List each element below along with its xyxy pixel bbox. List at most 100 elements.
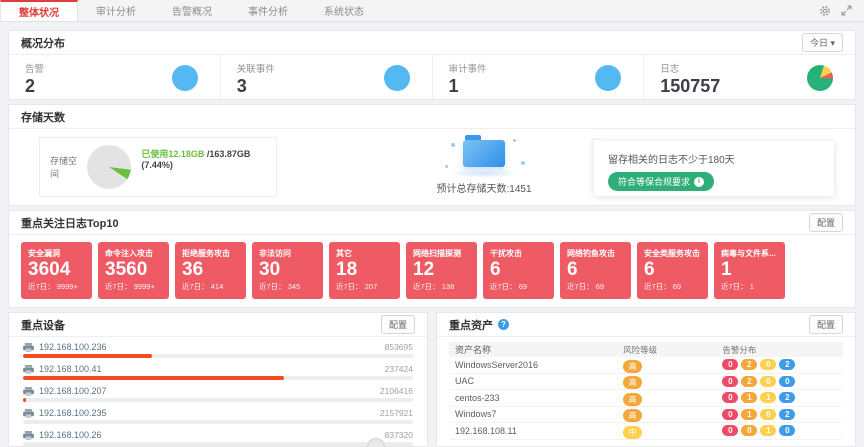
storage-panel: 存储天数 存储空间 已使用12.18GB /163.87GB (7.44%) 预… <box>8 104 856 206</box>
device-row[interactable]: 192.168.100.236 853695 <box>23 340 413 362</box>
dashboard-page: 整体状况 审计分析 告警概况 事件分析 系统状态 概况分布 <box>0 0 864 447</box>
log-card-other[interactable]: 其它 18 近7日： 207 <box>329 242 400 299</box>
alarm-badge-critical: 0 <box>722 425 738 436</box>
tab-overall-status[interactable]: 整体状况 <box>0 0 78 21</box>
device-bar-track <box>23 376 413 380</box>
device-row[interactable]: 192.168.100.235 2157921 <box>23 406 413 428</box>
device-bar-track <box>23 354 413 358</box>
devices-config-button[interactable]: 配置 <box>381 315 415 334</box>
tab-alarm-overview[interactable]: 告警概况 <box>154 0 230 21</box>
log-pie-chart-icon <box>807 65 833 91</box>
audit-circle-icon <box>595 65 621 91</box>
risk-badge: 高 <box>623 360 642 373</box>
alarm-badge-high: 1 <box>741 392 757 403</box>
log-card-network-scan[interactable]: 网络扫描探测 12 近7日： 138 <box>406 242 477 299</box>
log-card-interference[interactable]: 干扰攻击 6 近7日： 69 <box>483 242 554 299</box>
device-icon <box>23 409 34 418</box>
stat-label: 日志 <box>660 61 720 75</box>
stat-audit-events[interactable]: 审计事件 1 <box>433 55 645 100</box>
fullscreen-expand-icon[interactable] <box>841 5 852 16</box>
alarm-distribution: 0 0 1 0 <box>722 425 837 436</box>
tab-audit-analysis[interactable]: 审计分析 <box>78 0 154 21</box>
alarm-badge-medium: 1 <box>760 425 776 436</box>
device-icon <box>23 365 34 374</box>
alarm-badge-critical: 0 <box>722 359 738 370</box>
chevron-down-icon: ▾ <box>830 38 835 48</box>
storage-pie-chart <box>87 145 131 189</box>
device-bar-track <box>23 398 413 402</box>
device-icon <box>23 431 34 440</box>
assets-config-button[interactable]: 配置 <box>809 315 843 334</box>
log-card-dos-attack[interactable]: 拒绝服务攻击 36 近7日： 414 <box>175 242 246 299</box>
device-bar-fill <box>23 376 284 380</box>
folder-icon <box>463 140 505 167</box>
alarm-badge-low: 2 <box>779 409 795 420</box>
device-row[interactable]: 192.168.100.207 2106416 <box>23 384 413 406</box>
stat-label: 关联事件 <box>237 61 275 75</box>
asset-row[interactable]: Windows7 高 0 1 0 2 <box>449 407 843 424</box>
alarm-badge-medium: 0 <box>760 409 776 420</box>
alarm-distribution: 0 1 0 2 <box>722 409 837 420</box>
alarm-badge-low: 2 <box>779 359 795 370</box>
tab-system-status[interactable]: 系统状态 <box>306 0 382 21</box>
log-card-security-vuln[interactable]: 安全漏洞 3604 近7日： 9999+ <box>21 242 92 299</box>
assets-table-header: 资产名称 风险等级 告警分布 <box>449 342 843 357</box>
storage-space-card: 存储空间 已使用12.18GB /163.87GB (7.44%) <box>39 137 277 197</box>
alarm-distribution: 0 2 0 0 <box>722 376 837 387</box>
overview-stats-row: 告警 2 关联事件 3 审计事件 1 <box>9 55 855 100</box>
sparkle-dot <box>513 139 516 142</box>
event-circle-icon <box>384 65 410 91</box>
date-range-dropdown[interactable]: 今日 ▾ <box>802 33 843 52</box>
asset-row[interactable]: 192.168.108.11 中 0 0 1 0 <box>449 423 843 440</box>
device-row[interactable]: 192.168.100.41 237424 <box>23 362 413 384</box>
device-list: 192.168.100.236 853695 192.168.100.41 23… <box>9 337 427 447</box>
stat-logs[interactable]: 日志 150757 <box>644 55 855 100</box>
assets-title: 重点资产 <box>449 317 493 333</box>
stat-label: 告警 <box>25 61 44 75</box>
storage-usage-text: 已使用12.18GB /163.87GB (7.44%) <box>141 147 266 170</box>
compliance-badge[interactable]: 符合等保合规要求 i <box>608 172 714 191</box>
tab-event-analysis[interactable]: 事件分析 <box>230 0 306 21</box>
log-card-virus-file[interactable]: 病毒与文件系... 1 近7日： 1 <box>714 242 785 299</box>
stat-value: 3 <box>237 77 275 95</box>
stat-value: 2 <box>25 77 44 95</box>
sparkle-dot <box>521 161 525 165</box>
top10-title: 重点关注日志Top10 <box>21 215 119 231</box>
stat-correlated-events[interactable]: 关联事件 3 <box>221 55 433 100</box>
estimated-storage-days: 预计总存储天数:1451 <box>409 180 559 195</box>
risk-badge: 中 <box>623 426 642 439</box>
asset-row[interactable]: centos-233 高 0 1 1 2 <box>449 390 843 407</box>
card-notch <box>593 140 602 149</box>
compliance-note-card: 留存相关的日志不少于180天 符合等保合规要求 i <box>594 141 834 196</box>
device-bar-track <box>23 420 413 424</box>
top10-cards-row: 安全漏洞 3604 近7日： 9999+ 命令注入攻击 3560 近7日： 99… <box>9 235 855 306</box>
log-card-cmd-injection[interactable]: 命令注入攻击 3560 近7日： 9999+ <box>98 242 169 299</box>
risk-badge: 高 <box>623 393 642 406</box>
key-assets-panel: 重点资产 ? 配置 资产名称 风险等级 告警分布 WindowsServer20… <box>436 312 856 447</box>
device-bar-track <box>23 442 413 446</box>
device-icon <box>23 387 34 396</box>
stat-value: 150757 <box>660 77 720 95</box>
overview-title: 概况分布 <box>21 35 65 51</box>
stat-label: 审计事件 <box>449 61 487 75</box>
device-row[interactable]: 192.168.100.26 837320 <box>23 428 413 447</box>
log-card-security-service[interactable]: 安全类服务攻击 6 近7日： 69 <box>637 242 708 299</box>
risk-badge: 高 <box>623 409 642 422</box>
help-icon[interactable]: ? <box>498 319 509 330</box>
alarm-circle-icon <box>172 65 198 91</box>
alarm-badge-high: 2 <box>741 376 757 387</box>
key-devices-panel: 重点设备 配置 192.168.100.236 853695 192.168. <box>8 312 428 447</box>
asset-row[interactable]: WindowsServer2016 高 0 2 0 2 <box>449 357 843 374</box>
assets-table: 资产名称 风险等级 告警分布 WindowsServer2016 高 0 2 0… <box>437 337 855 440</box>
asset-row[interactable]: UAC 高 0 2 0 0 <box>449 374 843 391</box>
folder-shadow <box>449 168 519 178</box>
settings-gear-icon[interactable] <box>819 5 831 17</box>
alarm-badge-low: 0 <box>779 425 795 436</box>
alarm-badge-medium: 0 <box>760 376 776 387</box>
top10-config-button[interactable]: 配置 <box>809 213 843 232</box>
log-card-illegal-access[interactable]: 非法访问 30 近7日： 345 <box>252 242 323 299</box>
storage-space-label: 存储空间 <box>50 154 81 180</box>
log-card-phishing[interactable]: 网络钓鱼攻击 6 近7日： 69 <box>560 242 631 299</box>
alarm-badge-critical: 0 <box>722 376 738 387</box>
stat-alarms[interactable]: 告警 2 <box>9 55 221 100</box>
